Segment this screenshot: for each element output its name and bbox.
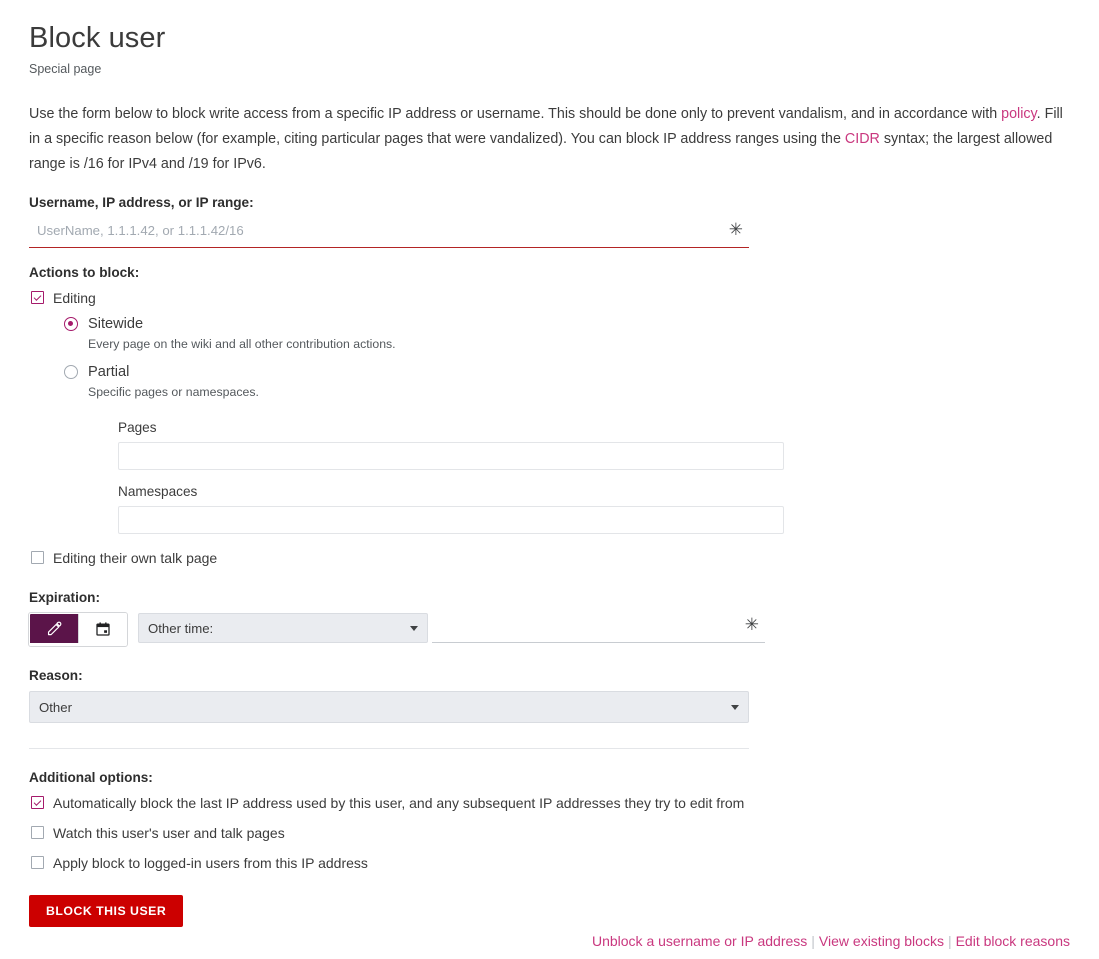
footer-links: Unblock a username or IP address|View ex…	[592, 933, 1070, 949]
checkbox-watch-user[interactable]	[31, 826, 44, 839]
checkbox-apply-logged-in[interactable]	[31, 856, 44, 869]
pencil-icon	[46, 620, 63, 637]
reason-label: Reason:	[29, 668, 1070, 683]
policy-link[interactable]: policy	[1001, 106, 1037, 122]
intro-text-part-1: Use the form below to block write access…	[29, 106, 1001, 122]
calendar-icon	[95, 621, 111, 637]
expiration-preset-select[interactable]: Other time:	[138, 613, 428, 643]
checkbox-row-own-talk-page[interactable]: Editing their own talk page	[29, 548, 1070, 568]
page-subtitle: Special page	[29, 62, 1070, 76]
radio-partial[interactable]	[64, 365, 78, 379]
reason-selected-value: Other	[39, 700, 72, 715]
expiration-custom-input[interactable]	[432, 613, 765, 643]
expiration-custom-field-wrapper: ✳	[432, 613, 765, 644]
checkbox-editing-label: Editing	[53, 288, 96, 308]
checkbox-autoblock-label: Automatically block the last IP address …	[53, 793, 744, 813]
block-this-user-button[interactable]: Block this user	[29, 895, 183, 927]
partial-block-fields: Pages Namespaces	[118, 420, 1070, 534]
target-field-wrapper: ✳	[29, 218, 749, 249]
checkbox-own-talk-page-label: Editing their own talk page	[53, 548, 217, 568]
intro-paragraph: Use the form below to block write access…	[29, 102, 1069, 177]
actions-to-block-label: Actions to block:	[29, 265, 1070, 280]
checkbox-own-talk-page[interactable]	[31, 551, 44, 564]
required-asterisk-icon-expiration: ✳	[745, 615, 759, 635]
checkbox-watch-user-label: Watch this user's user and talk pages	[53, 823, 285, 843]
checkbox-autoblock[interactable]	[31, 796, 44, 809]
pages-field-label: Pages	[118, 420, 1070, 435]
checkbox-row-watch-user[interactable]: Watch this user's user and talk pages	[29, 823, 1070, 843]
expiration-preset-value: Other time:	[148, 621, 213, 636]
edit-block-reasons-link[interactable]: Edit block reasons	[956, 933, 1070, 949]
expiration-mode-toggle-group	[29, 613, 127, 646]
required-asterisk-icon: ✳	[729, 220, 743, 240]
radio-row-sitewide[interactable]: Sitewide	[64, 314, 1070, 334]
page-title: Block user	[29, 20, 1070, 56]
target-input[interactable]	[29, 218, 749, 248]
chevron-down-icon-reason	[731, 705, 739, 710]
calendar-icon-button[interactable]	[78, 614, 126, 643]
additional-options-label: Additional options:	[29, 770, 1070, 785]
checkbox-editing[interactable]	[31, 291, 44, 304]
radio-partial-label: Partial	[88, 362, 129, 382]
radio-partial-help: Specific pages or namespaces.	[88, 384, 1070, 401]
footer-separator-2: |	[948, 933, 952, 949]
unblock-link[interactable]: Unblock a username or IP address	[592, 933, 807, 949]
scope-options-group: Sitewide Every page on the wiki and all …	[64, 314, 1070, 534]
checkbox-apply-logged-in-label: Apply block to logged-in users from this…	[53, 853, 368, 873]
radio-row-partial[interactable]: Partial	[64, 362, 1070, 382]
cidr-link[interactable]: CIDR	[845, 131, 880, 147]
namespaces-input[interactable]	[118, 506, 784, 534]
checkbox-row-editing[interactable]: Editing	[29, 288, 1070, 308]
section-divider	[29, 748, 749, 749]
pages-input[interactable]	[118, 442, 784, 470]
checkbox-row-autoblock[interactable]: Automatically block the last IP address …	[29, 793, 1070, 813]
pencil-icon-button[interactable]	[30, 614, 78, 643]
expiration-label: Expiration:	[29, 590, 1070, 605]
expiration-row: Other time: ✳	[29, 613, 1070, 646]
chevron-down-icon	[410, 626, 418, 631]
reason-select[interactable]: Other	[29, 691, 749, 723]
radio-sitewide[interactable]	[64, 317, 78, 331]
block-user-page: Block user Special page Use the form bel…	[0, 0, 1099, 959]
checkbox-row-apply-logged-in[interactable]: Apply block to logged-in users from this…	[29, 853, 1070, 873]
namespaces-field-label: Namespaces	[118, 484, 1070, 499]
radio-sitewide-label: Sitewide	[88, 314, 143, 334]
target-field-label: Username, IP address, or IP range:	[29, 195, 1070, 210]
footer-separator-1: |	[811, 933, 815, 949]
radio-sitewide-help: Every page on the wiki and all other con…	[88, 336, 1070, 353]
view-existing-blocks-link[interactable]: View existing blocks	[819, 933, 944, 949]
